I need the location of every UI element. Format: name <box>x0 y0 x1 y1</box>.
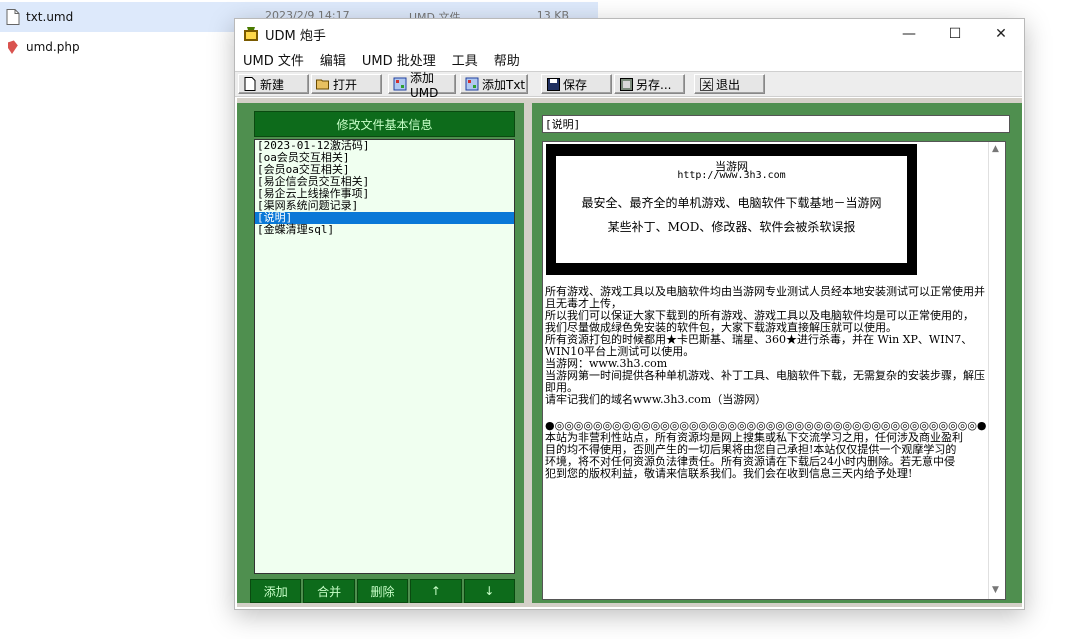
exit-button-label: 退出 <box>716 77 741 92</box>
banner-slogan: 最安全、最齐全的单机游戏、电脑软件下载基地－当游网 <box>581 196 882 210</box>
chapter-item[interactable]: [渠网系统问题记录] <box>255 200 514 212</box>
add-txt-icon <box>465 77 479 91</box>
minimize-button[interactable]: — <box>886 19 932 49</box>
save-button[interactable]: 保存 <box>541 74 612 94</box>
scroll-up-icon[interactable]: ▲ <box>992 144 999 154</box>
exit-icon: 关 <box>699 77 713 91</box>
content-paragraph: 请牢记我们的域名www.3h3.com（当游网） <box>545 393 767 406</box>
move-up-button[interactable]: ↑ <box>410 579 462 603</box>
exit-button[interactable]: 关 退出 <box>694 74 765 94</box>
save-as-button[interactable]: 另存... <box>614 74 685 94</box>
menu-help[interactable]: 帮助 <box>486 50 528 69</box>
chapter-actions: 添加 合并 删除 ↑ ↓ <box>250 579 516 603</box>
content-panel: [说明] 当游网 http://www.3h3.com 最安全、最齐全的单机游戏… <box>532 103 1022 603</box>
content-paragraph: 所有游戏、游戏工具以及电脑软件均由当游网专业测试人员经本地安装测试可以正常使用并… <box>545 285 985 310</box>
client-area: 修改文件基本信息 [2023-01-12激活码] [oa会员交互相关] [会员o… <box>237 98 1022 607</box>
content-paragraph: 当游网第一时间提供各种单机游戏、补丁工具、电脑软件下载，无需复杂的安装步骤，解压… <box>545 369 985 394</box>
save-as-icon <box>619 77 633 91</box>
new-button[interactable]: 新建 <box>238 74 309 94</box>
app-window: UDM 炮手 — ☐ ✕ UMD 文件 编辑 UMD 批处理 工具 帮助 新建 … <box>234 18 1025 610</box>
file-name: umd.php <box>26 40 80 54</box>
save-disk-icon <box>546 77 560 91</box>
menu-tools[interactable]: 工具 <box>444 50 486 69</box>
content-text: 所有游戏、游戏工具以及电脑软件均由当游网专业测试人员经本地安装测试可以正常使用并… <box>545 286 989 480</box>
title-bar: UDM 炮手 — ☐ ✕ <box>235 19 1024 49</box>
add-umd-icon <box>393 77 407 91</box>
merge-chapter-button[interactable]: 合并 <box>303 579 355 603</box>
toolbar: 新建 打开 添加UMD 添加Txt 保存 另存... 关 退出 <box>235 71 1022 100</box>
open-button-label: 打开 <box>333 77 358 92</box>
delete-chapter-button[interactable]: 删除 <box>356 579 409 603</box>
document-icon <box>6 9 20 25</box>
add-txt-button[interactable]: 添加Txt <box>460 74 528 94</box>
site-banner: 当游网 http://www.3h3.com 最安全、最齐全的单机游戏、电脑软件… <box>546 144 917 275</box>
php-file-icon <box>7 39 19 54</box>
content-scrollbar[interactable]: ▲ ▼ <box>988 142 1005 599</box>
add-umd-button[interactable]: 添加UMD <box>388 71 456 100</box>
chapter-list[interactable]: [2023-01-12激活码] [oa会员交互相关] [会员oa交互相关] [易… <box>254 139 515 574</box>
save-button-label: 保存 <box>563 77 588 92</box>
open-button[interactable]: 打开 <box>311 74 382 94</box>
new-file-icon <box>243 77 257 91</box>
chapter-content-textarea[interactable]: 当游网 http://www.3h3.com 最安全、最齐全的单机游戏、电脑软件… <box>542 141 1006 600</box>
menu-umd-batch[interactable]: UMD 批处理 <box>354 50 444 69</box>
chapter-title-input[interactable]: [说明] <box>542 115 1010 133</box>
save-as-label: 另存... <box>636 77 672 92</box>
scroll-down-icon[interactable]: ▼ <box>992 585 999 595</box>
file-row-umd-php[interactable]: umd.php <box>0 32 80 62</box>
close-button[interactable]: ✕ <box>978 19 1024 49</box>
add-umd-label: 添加UMD <box>410 70 439 100</box>
move-down-button[interactable]: ↓ <box>463 579 516 603</box>
add-chapter-button[interactable]: 添加 <box>250 579 302 603</box>
disclaimer-text: 本站为非营利性站点，所有资源均是网上搜集或私下交流学习之用，任何涉及商业盈利目的… <box>545 431 963 480</box>
chapter-panel: 修改文件基本信息 [2023-01-12激活码] [oa会员交互相关] [会员o… <box>237 103 524 603</box>
menu-edit[interactable]: 编辑 <box>312 50 354 69</box>
menu-umd-file[interactable]: UMD 文件 <box>235 50 312 69</box>
banner-note: 某些补丁、MOD、修改器、软件会被杀软误报 <box>607 220 856 234</box>
banner-url: http://www.3h3.com <box>677 170 786 181</box>
open-folder-icon <box>316 77 330 91</box>
edit-file-info-button[interactable]: 修改文件基本信息 <box>254 111 515 137</box>
content-paragraph: 所有资源打包的时候都用★卡巴斯基、瑞星、360★进行杀毒，并在 Win XP、W… <box>545 333 973 358</box>
app-logo-icon <box>244 27 258 41</box>
new-button-label: 新建 <box>260 77 285 92</box>
window-title: UDM 炮手 <box>265 28 326 44</box>
file-name: txt.umd <box>26 10 74 24</box>
svg-text:关: 关 <box>702 79 712 91</box>
menu-bar: UMD 文件 编辑 UMD 批处理 工具 帮助 <box>235 49 1024 69</box>
maximize-button[interactable]: ☐ <box>932 19 978 49</box>
add-txt-label: 添加Txt <box>482 77 526 92</box>
chapter-item[interactable]: [金蝶清理sql] <box>255 224 514 236</box>
